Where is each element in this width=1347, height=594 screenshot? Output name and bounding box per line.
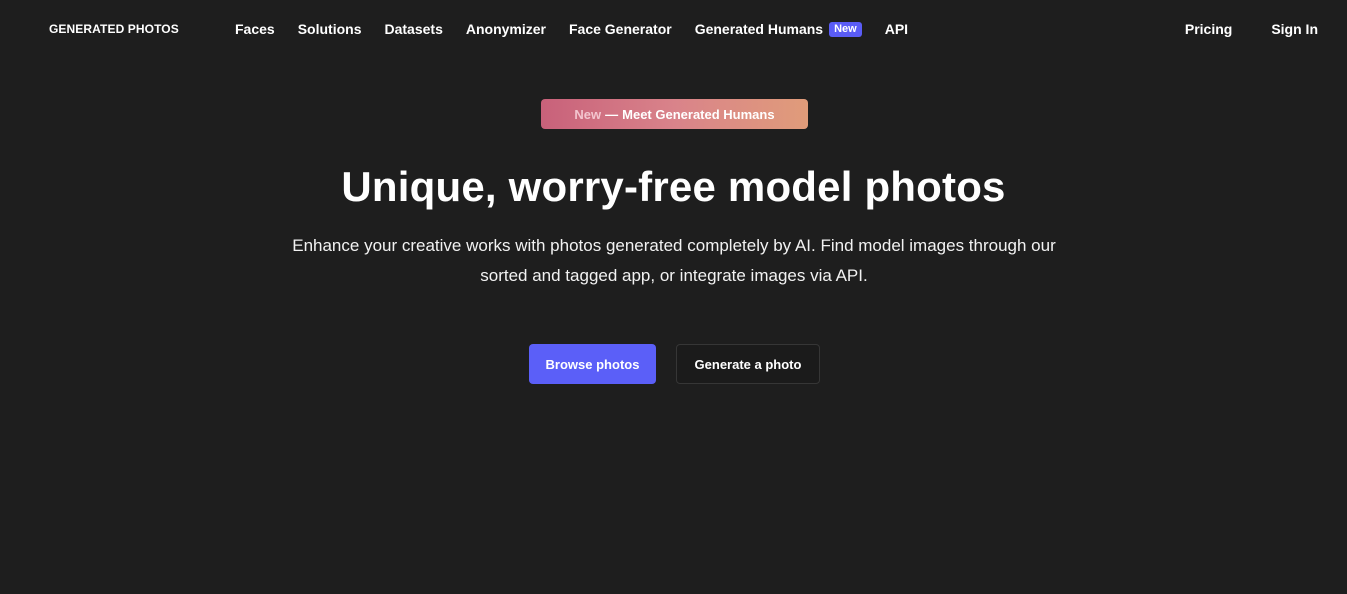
- pricing-link[interactable]: Pricing: [1185, 20, 1232, 38]
- nav-item-face-generator[interactable]: Face Generator: [569, 20, 672, 38]
- main-nav: Faces Solutions Datasets Anonymizer Face…: [235, 20, 931, 38]
- new-badge: New: [829, 21, 862, 37]
- nav-item-label: API: [884, 21, 909, 37]
- nav-item-api[interactable]: API: [885, 20, 908, 38]
- hero-actions: Browse photos Generate a photo: [529, 344, 820, 384]
- nav-item-datasets[interactable]: Datasets: [384, 20, 442, 38]
- nav-item-faces[interactable]: Faces: [235, 20, 275, 38]
- nav-item-label: Anonymizer: [465, 21, 546, 37]
- nav-item-label: Face Generator: [568, 21, 672, 37]
- hero-subtitle: Enhance your creative works with photos …: [292, 236, 1056, 285]
- announcement-separator: —: [605, 106, 619, 122]
- nav-item-generated-humans[interactable]: Generated Humans New: [695, 20, 862, 38]
- nav-right: Pricing Sign In: [1146, 20, 1318, 38]
- nav-item-label: Datasets: [384, 21, 443, 37]
- announcement-tag: New: [574, 106, 602, 122]
- hero-title: Unique, worry-free model photos: [341, 163, 1006, 210]
- announcement-banner[interactable]: New — Meet Generated Humans: [541, 99, 808, 129]
- nav-item-label: Generated Humans: [694, 21, 824, 37]
- nav-item-solutions[interactable]: Solutions: [298, 20, 362, 38]
- generate-photo-button[interactable]: Generate a photo: [676, 344, 820, 384]
- site-logo[interactable]: GENERATED PHOTOS: [49, 22, 179, 36]
- nav-item-label: Faces: [235, 21, 275, 37]
- sign-in-link[interactable]: Sign In: [1271, 20, 1318, 38]
- browse-photos-button[interactable]: Browse photos: [529, 344, 656, 384]
- nav-item-anonymizer[interactable]: Anonymizer: [466, 20, 546, 38]
- top-nav: GENERATED PHOTOS Faces Solutions Dataset…: [0, 0, 1347, 58]
- nav-item-label: Solutions: [297, 21, 362, 37]
- announcement-text: Meet Generated Humans: [622, 106, 775, 122]
